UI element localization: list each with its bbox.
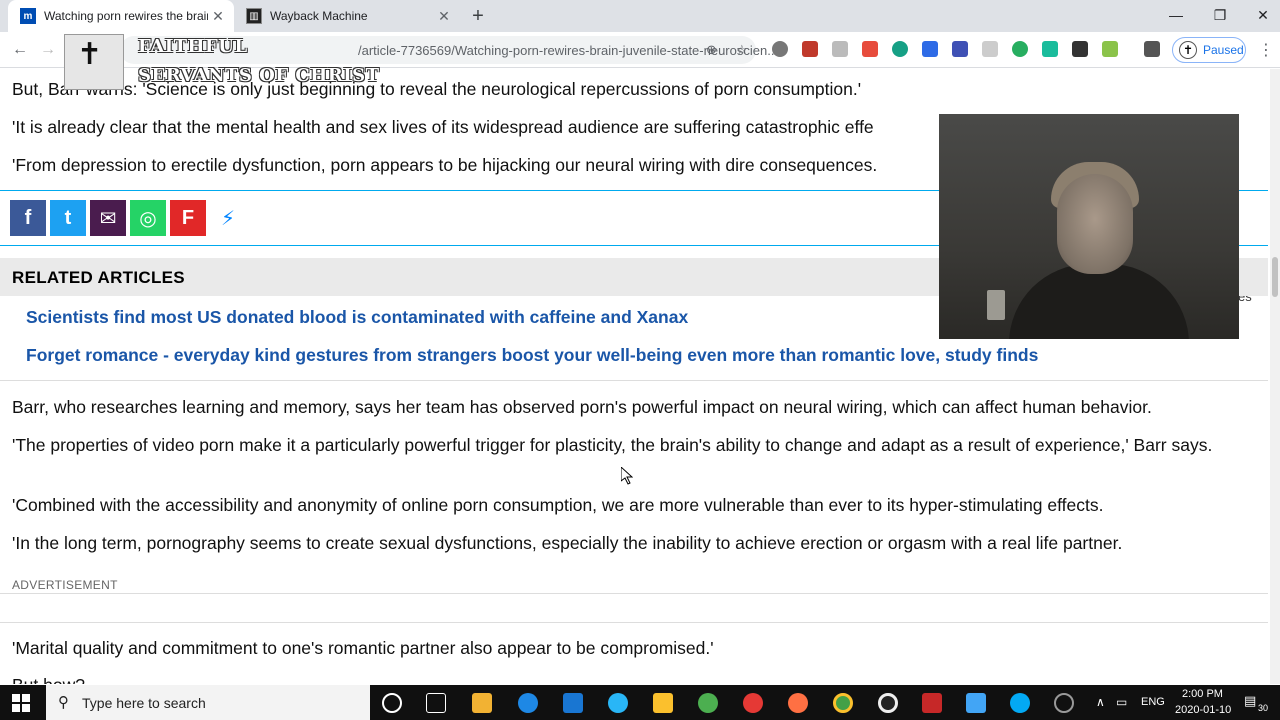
person-silhouette xyxy=(1009,264,1189,339)
extension-icon[interactable] xyxy=(772,41,788,57)
notification-count: 30 xyxy=(1258,703,1269,713)
close-window-button[interactable]: ✕ xyxy=(1241,0,1280,32)
notification-icon[interactable]: ▤ xyxy=(1244,693,1256,709)
menu-dots-icon[interactable]: ⋮ xyxy=(1258,40,1274,60)
forward-arrow-icon[interactable]: → xyxy=(36,38,60,62)
dailymail-icon: m xyxy=(20,8,36,24)
clock-date[interactable]: 2020-01-10 xyxy=(1175,704,1231,716)
divider xyxy=(0,593,1268,594)
related-article-link[interactable]: Forget romance - everyday kind gestures … xyxy=(26,345,1038,366)
language-indicator[interactable]: ENG xyxy=(1141,696,1165,708)
chrome-icon[interactable] xyxy=(833,693,853,713)
person-face xyxy=(1057,174,1133,274)
taskbar-search-box[interactable]: ⚲ Type here to search xyxy=(46,685,370,720)
whatsapp-share-button[interactable]: ◎ xyxy=(130,200,166,236)
facebook-share-button[interactable]: f xyxy=(10,200,46,236)
store-icon[interactable] xyxy=(472,693,492,713)
skype-icon[interactable] xyxy=(1010,693,1030,713)
obs-icon[interactable] xyxy=(878,693,898,713)
zoom-icon[interactable]: ⊕ xyxy=(706,42,717,58)
paint-icon[interactable] xyxy=(563,693,583,713)
close-tab-icon[interactable]: ✕ xyxy=(434,8,454,25)
article-paragraph: But how? xyxy=(12,674,1262,684)
messenger-share-button[interactable]: ⚡ xyxy=(210,200,246,236)
notepad-icon[interactable] xyxy=(966,693,986,713)
new-tab-button[interactable]: + xyxy=(466,4,490,28)
cross-icon: ✝ xyxy=(77,38,103,71)
restore-button[interactable]: ❐ xyxy=(1198,0,1242,32)
mouse-cursor-icon xyxy=(621,467,633,485)
windows-taskbar: ⚲ Type here to search ∧ ▭ ENG 2:00 PM 20… xyxy=(0,685,1280,720)
pocket-extension-icon[interactable] xyxy=(862,41,878,57)
file-explorer-icon[interactable] xyxy=(653,693,673,713)
divider xyxy=(0,380,1268,381)
channel-logo: ✝ xyxy=(64,34,124,90)
related-article-link[interactable]: Scientists find most US donated blood is… xyxy=(26,307,688,328)
email-share-button[interactable]: ✉ xyxy=(90,200,126,236)
wayback-icon: ▥ xyxy=(246,8,262,24)
app-icon[interactable] xyxy=(1054,693,1074,713)
search-icon: ⚲ xyxy=(58,694,69,711)
minimize-button[interactable]: — xyxy=(1154,0,1198,32)
extension-icon[interactable] xyxy=(1102,41,1118,57)
profile-paused-button[interactable]: ✝ Paused xyxy=(1172,37,1246,63)
logo-text: SERVANTS OF CHRIST xyxy=(138,65,380,86)
network-icon[interactable]: ▭ xyxy=(1116,695,1127,709)
opera-icon[interactable] xyxy=(743,693,763,713)
grammarly-extension-icon[interactable] xyxy=(892,41,908,57)
article-paragraph: 'It is already clear that the mental hea… xyxy=(12,117,874,137)
cortana-icon[interactable] xyxy=(382,693,402,713)
media-control-icon[interactable] xyxy=(1144,41,1160,57)
edge-icon[interactable] xyxy=(518,693,538,713)
mcafee-icon[interactable] xyxy=(922,693,942,713)
webcam-overlay xyxy=(939,114,1239,339)
page-scrollbar[interactable] xyxy=(1270,69,1280,684)
browser-icon[interactable] xyxy=(608,693,628,713)
article-paragraph: 'In the long term, pornography seems to … xyxy=(12,533,1123,553)
profile-status: Paused xyxy=(1203,43,1244,57)
firefox-icon[interactable] xyxy=(788,693,808,713)
logo-text: FAITHFUL xyxy=(138,36,248,57)
tab-article[interactable]: m Watching porn rewires the brain ✕ xyxy=(8,0,234,32)
article-paragraph: 'From depression to erectile dysfunction… xyxy=(12,155,878,175)
chevron-up-icon[interactable]: ∧ xyxy=(1096,695,1105,709)
tab-title: Watching porn rewires the brain xyxy=(44,9,208,23)
avatar: ✝ xyxy=(1179,41,1197,59)
scrollbar-thumb[interactable] xyxy=(1272,257,1278,297)
search-placeholder: Type here to search xyxy=(82,695,206,711)
article-paragraph: 'The properties of video porn make it a … xyxy=(12,435,1213,455)
download-icon[interactable] xyxy=(1072,41,1088,57)
related-articles-title: RELATED ARTICLES xyxy=(12,268,185,287)
article-paragraph: 'Combined with the accessibility and ano… xyxy=(12,495,1104,515)
tab-wayback[interactable]: ▥ Wayback Machine ✕ xyxy=(234,0,460,32)
close-tab-icon[interactable]: ✕ xyxy=(208,8,228,25)
clock-time[interactable]: 2:00 PM xyxy=(1182,688,1223,700)
extension-icon[interactable] xyxy=(1012,41,1028,57)
article-paragraph: Barr, who researches learning and memory… xyxy=(12,397,1152,417)
cup xyxy=(987,290,1005,320)
back-arrow-icon[interactable]: ← xyxy=(8,38,32,62)
extension-icon[interactable] xyxy=(1042,41,1058,57)
advertisement-label: ADVERTISEMENT xyxy=(12,578,118,592)
bookmark-star-icon[interactable]: ☆ xyxy=(736,42,748,58)
task-view-icon[interactable] xyxy=(426,693,446,713)
extension-icon[interactable] xyxy=(922,41,938,57)
tab-title: Wayback Machine xyxy=(270,9,368,23)
tab-strip: m Watching porn rewires the brain ✕ ▥ Wa… xyxy=(0,0,1280,32)
pdf-extension-icon[interactable] xyxy=(802,41,818,57)
divider xyxy=(0,622,1268,623)
extension-icon[interactable] xyxy=(832,41,848,57)
extension-icon[interactable] xyxy=(952,41,968,57)
flipboard-share-button[interactable]: F xyxy=(170,200,206,236)
twitter-share-button[interactable]: t xyxy=(50,200,86,236)
article-paragraph: 'Marital quality and commitment to one's… xyxy=(12,638,714,658)
download-extension-icon[interactable] xyxy=(982,41,998,57)
app-icon[interactable] xyxy=(698,693,718,713)
windows-start-icon[interactable] xyxy=(12,694,30,712)
